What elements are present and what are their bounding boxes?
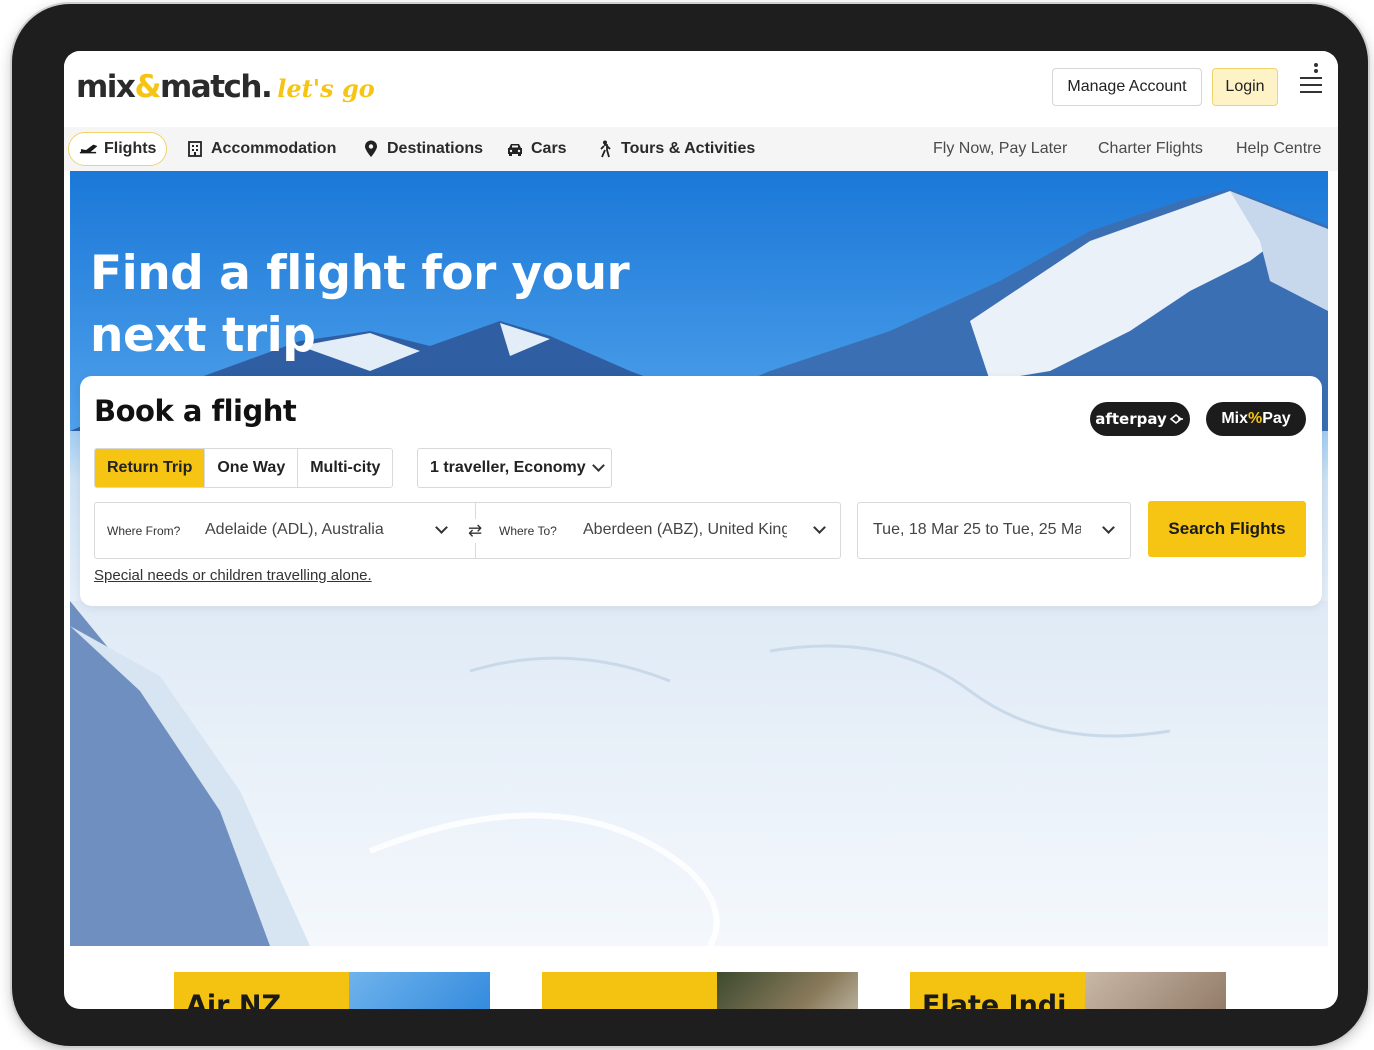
swap-route-icon[interactable]: ⇄ xyxy=(463,519,487,543)
site-logo[interactable]: mix&match. let's go xyxy=(76,69,375,105)
to-chevron-down-icon[interactable] xyxy=(813,521,826,534)
booking-title: Book a flight xyxy=(94,394,297,428)
nav-link-help-centre[interactable]: Help Centre xyxy=(1236,132,1321,166)
travel-dates-value: Tue, 18 Mar 25 to Tue, 25 Mar 25 xyxy=(873,521,1081,538)
travel-dates-field[interactable]: Tue, 18 Mar 25 to Tue, 25 Mar 25 xyxy=(857,502,1131,559)
trip-type-one-way[interactable]: One Way xyxy=(205,449,299,487)
promo-image xyxy=(1085,972,1226,1009)
main-nav: Flights Accommodation Destinations Cars xyxy=(64,127,1338,171)
afterpay-loop-icon xyxy=(1169,413,1183,425)
booking-card: Book a flight afterpay Mix% Pay Return Tr… xyxy=(80,376,1322,606)
chevron-down-icon xyxy=(591,459,605,472)
search-flights-button[interactable]: Search Flights xyxy=(1148,501,1306,557)
trip-type-selector: Return Trip One Way Multi-city xyxy=(94,448,394,488)
nav-item-tours-activities[interactable]: Tours & Activities xyxy=(596,132,755,166)
logo-wordmark: mix&match. xyxy=(76,69,273,105)
promo-title: Flate Indi xyxy=(922,990,1067,1009)
promo-card-air-nz[interactable]: Air NZ xyxy=(174,972,490,1009)
to-label: Where To? xyxy=(499,524,557,538)
nav-item-cars[interactable]: Cars xyxy=(506,132,567,166)
login-button[interactable]: Login xyxy=(1212,68,1278,106)
traveller-class-dropdown[interactable]: 1 traveller, Economy xyxy=(417,448,612,488)
hero-title: Find a flight for your next trip xyxy=(90,246,630,363)
trip-type-return[interactable]: Return Trip xyxy=(95,449,206,487)
logo-tagline: let's go xyxy=(277,74,375,103)
site-header: mix&match. let's go Manage Account Login xyxy=(64,51,1338,127)
route-fields: Where From? Adelaide (ADL), Australia ⇄ … xyxy=(94,502,841,559)
special-needs-link[interactable]: Special needs or children travelling alo… xyxy=(94,567,372,584)
promo-card-flate-indi[interactable]: Flate Indi xyxy=(910,972,1226,1009)
promo-image xyxy=(349,972,490,1009)
promo-title: Air NZ xyxy=(186,990,282,1009)
afterpay-badge[interactable]: afterpay xyxy=(1090,402,1190,436)
manage-account-button[interactable]: Manage Account xyxy=(1052,68,1202,106)
plane-icon xyxy=(79,141,97,157)
car-icon xyxy=(506,141,524,157)
map-pin-icon xyxy=(362,140,380,157)
from-label: Where From? xyxy=(107,524,181,538)
nav-item-accommodation[interactable]: Accommodation xyxy=(186,132,336,166)
building-icon xyxy=(186,141,204,157)
to-input[interactable]: Aberdeen (ABZ), United Kingdom xyxy=(583,521,787,539)
nav-link-fly-now-pay-later[interactable]: Fly Now, Pay Later xyxy=(933,132,1067,166)
dates-chevron-down-icon xyxy=(1102,521,1115,534)
trip-type-multi-city[interactable]: Multi-city xyxy=(298,449,393,487)
promo-image xyxy=(717,972,858,1009)
browser-viewport: mix&match. let's go Manage Account Login… xyxy=(64,51,1338,1009)
nav-item-destinations[interactable]: Destinations xyxy=(362,132,483,166)
mixpay-badge[interactable]: Mix% Pay xyxy=(1206,402,1306,436)
tablet-frame: mix&match. let's go Manage Account Login… xyxy=(12,4,1368,1046)
nav-link-charter-flights[interactable]: Charter Flights xyxy=(1098,132,1203,166)
hamburger-menu-icon[interactable] xyxy=(1298,63,1324,97)
nav-item-flights[interactable]: Flights xyxy=(68,132,168,166)
hiker-icon xyxy=(596,140,614,158)
from-chevron-down-icon[interactable] xyxy=(435,521,448,534)
promo-card-2[interactable] xyxy=(542,972,858,1009)
from-input[interactable]: Adelaide (ADL), Australia xyxy=(205,521,430,539)
